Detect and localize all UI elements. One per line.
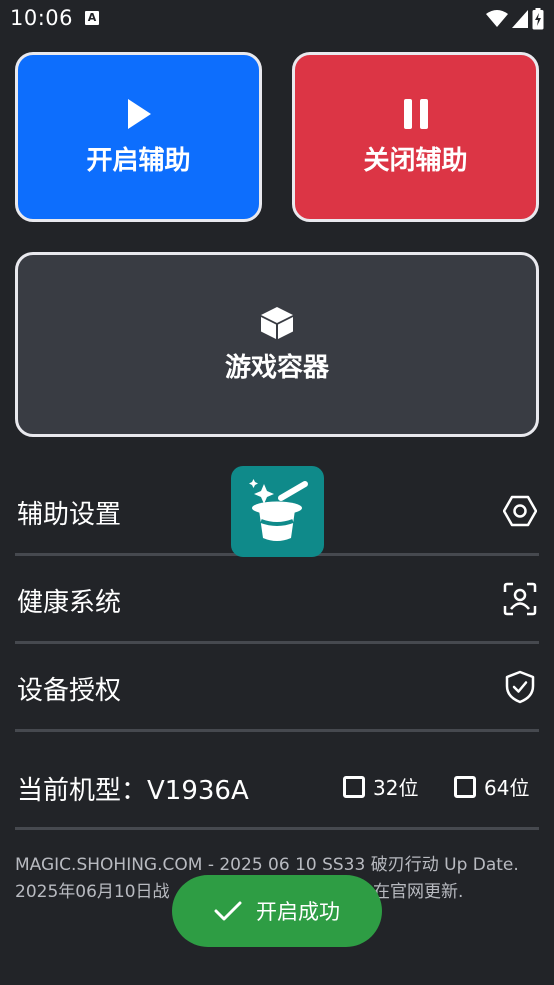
magic-hat-icon <box>249 479 308 541</box>
toast-text: 开启成功 <box>256 900 340 924</box>
pause-icon <box>403 98 428 129</box>
menu-row-label: 辅助设置 <box>17 500 122 530</box>
menu-row-device-authorization[interactable]: 设备授权 <box>15 644 539 732</box>
a-letter-icon: A <box>85 11 99 25</box>
checkbox-box[interactable] <box>343 775 365 798</box>
play-icon <box>127 98 151 129</box>
hexagon-settings-icon <box>503 495 537 527</box>
game-container-button[interactable]: 游戏容器 <box>15 252 539 437</box>
shield-check-icon <box>505 670 535 704</box>
menu-row-label: 设备授权 <box>17 676 122 706</box>
status-bar: 10:06 A <box>0 0 554 38</box>
stop-assist-label: 关闭辅助 <box>363 145 468 176</box>
success-toast: 开启成功 <box>172 875 382 947</box>
wifi-icon <box>486 10 508 27</box>
checkbox-32bit-label: 32位 <box>373 776 419 800</box>
status-time: 10:06 <box>10 6 74 30</box>
menu-row-label: 健康系统 <box>17 588 122 618</box>
face-scan-icon <box>503 582 537 616</box>
checkbox-64bit-label: 64位 <box>484 776 530 800</box>
checkbox-32bit[interactable]: 32位 <box>343 772 418 801</box>
floating-assist-overlay[interactable] <box>231 466 324 557</box>
checkbox-64bit[interactable]: 64位 <box>454 772 529 801</box>
menu-row-health-system[interactable]: 健康系统 <box>15 556 539 644</box>
footer-line-2-start: 2025年06月10日战 <box>15 882 170 902</box>
battery-charging-icon <box>532 8 544 30</box>
device-model-row: 当前机型：V1936A 32位 64位 <box>15 740 539 830</box>
signal-icon <box>512 10 528 28</box>
cube-icon <box>261 307 293 339</box>
device-model-label: 当前机型：V1936A <box>17 776 249 806</box>
status-icons <box>486 8 544 30</box>
footer-line-2-end: 在官网更新. <box>373 882 464 902</box>
stop-assist-button[interactable]: 关闭辅助 <box>292 52 539 222</box>
game-container-label: 游戏容器 <box>224 353 329 383</box>
start-assist-label: 开启辅助 <box>86 145 191 176</box>
start-assist-button[interactable]: 开启辅助 <box>15 52 262 222</box>
checkbox-box[interactable] <box>454 775 476 798</box>
check-icon <box>214 901 242 921</box>
